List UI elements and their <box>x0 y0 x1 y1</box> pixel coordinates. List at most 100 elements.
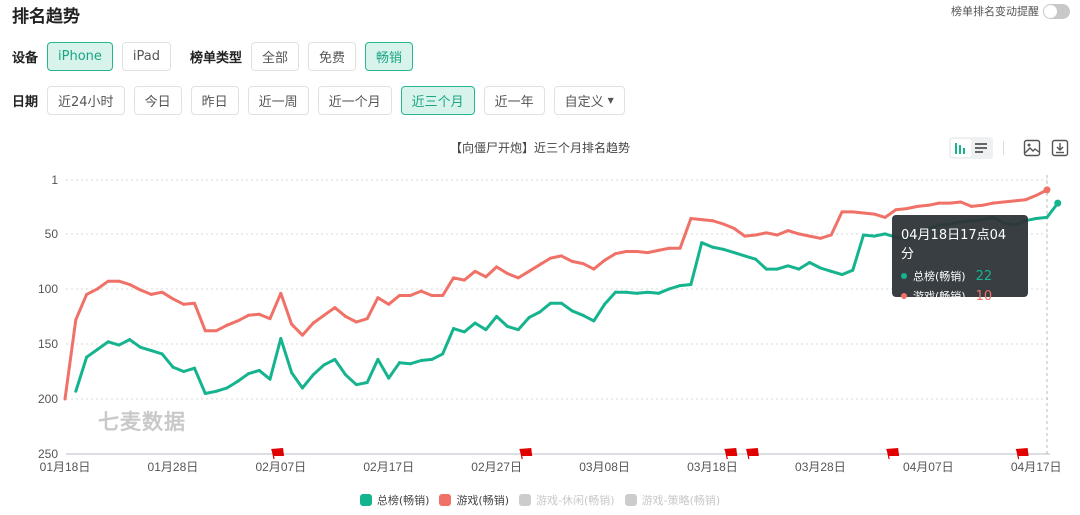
data-point <box>505 324 509 328</box>
data-point <box>1002 200 1006 204</box>
data-point <box>398 294 402 298</box>
data-point <box>192 301 196 305</box>
event-flag-icon[interactable] <box>519 448 533 460</box>
data-point <box>290 371 294 375</box>
data-point <box>203 329 207 333</box>
tooltip-dot <box>901 273 907 279</box>
data-point <box>333 306 337 310</box>
data-point <box>624 290 628 294</box>
tooltip-dot <box>901 293 907 299</box>
data-point <box>872 234 876 238</box>
data-point <box>484 275 488 279</box>
data-point <box>603 302 607 306</box>
x-tick-label: 03月28日 <box>795 460 846 474</box>
data-point <box>268 377 272 381</box>
data-point <box>862 211 866 215</box>
data-point <box>322 363 326 367</box>
data-point <box>74 318 78 322</box>
x-tick-label: 02月17日 <box>363 460 414 474</box>
data-point <box>387 376 391 380</box>
data-point <box>646 290 650 294</box>
data-point <box>581 313 585 317</box>
legend-swatch <box>624 494 637 506</box>
x-tick-label: 03月08日 <box>579 460 630 474</box>
data-point <box>376 357 380 361</box>
data-point <box>246 372 250 376</box>
event-flag-icon[interactable] <box>724 448 738 460</box>
data-point <box>311 321 315 325</box>
data-point <box>570 309 574 313</box>
data-point <box>603 258 607 262</box>
data-point <box>473 321 477 325</box>
data-point <box>495 314 499 318</box>
data-point <box>85 292 89 296</box>
event-flag-icon[interactable] <box>745 448 759 460</box>
data-point <box>818 236 822 240</box>
data-point <box>851 210 855 214</box>
data-point <box>689 283 693 287</box>
data-point <box>192 366 196 370</box>
data-point <box>980 203 984 207</box>
data-point <box>387 302 391 306</box>
data-point <box>851 268 855 272</box>
x-tick-label: 02月07日 <box>255 460 306 474</box>
data-point <box>635 250 639 254</box>
data-point <box>538 310 542 314</box>
data-point <box>829 233 833 237</box>
event-flag-icon[interactable] <box>1015 448 1029 460</box>
legend-swatch <box>359 494 372 506</box>
data-point <box>462 278 466 282</box>
y-tick-label: 50 <box>45 227 59 241</box>
event-flag-icon[interactable] <box>886 448 900 460</box>
data-point <box>797 232 801 236</box>
data-point <box>451 276 455 280</box>
hover-point <box>1043 186 1051 194</box>
data-point <box>786 229 790 233</box>
data-point <box>786 264 790 268</box>
y-tick-label: 200 <box>38 392 58 406</box>
data-point <box>538 263 542 267</box>
legend-item-casual[interactable]: 游戏-休闲(畅销) <box>519 492 615 508</box>
data-point <box>872 212 876 216</box>
data-point <box>894 208 898 212</box>
data-point <box>883 215 887 219</box>
data-point <box>214 329 218 333</box>
data-point <box>516 276 520 280</box>
data-point <box>63 397 67 401</box>
data-point <box>646 251 650 255</box>
data-point <box>948 201 952 205</box>
x-tick-label: 04月17日 <box>1011 460 1062 474</box>
legend-item-games[interactable]: 游戏(畅销) <box>439 492 509 508</box>
legend-item-strategy[interactable]: 游戏-策略(畅销) <box>624 492 720 508</box>
data-point <box>322 313 326 317</box>
y-tick-label: 1 <box>51 173 58 187</box>
data-point <box>344 373 348 377</box>
x-tick-label: 01月18日 <box>40 460 91 474</box>
data-point <box>991 201 995 205</box>
data-point <box>268 317 272 321</box>
y-tick-label: 100 <box>38 282 58 296</box>
data-point <box>182 302 186 306</box>
data-point <box>279 336 283 340</box>
data-point <box>581 262 585 266</box>
data-point <box>1045 215 1049 219</box>
data-point <box>678 284 682 288</box>
event-flag-icon[interactable] <box>271 448 285 460</box>
data-point <box>344 314 348 318</box>
legend-swatch <box>439 494 452 506</box>
data-point <box>160 352 164 356</box>
data-point <box>74 389 78 393</box>
y-tick-label: 150 <box>38 337 58 351</box>
x-tick-label: 04月07日 <box>903 460 954 474</box>
data-point <box>1023 198 1027 202</box>
data-point <box>300 386 304 390</box>
data-point <box>570 259 574 263</box>
data-point <box>171 297 175 301</box>
data-point <box>398 361 402 365</box>
data-point <box>128 283 132 287</box>
data-point <box>128 338 132 342</box>
data-point <box>613 290 617 294</box>
tooltip-value: 22 <box>975 268 993 284</box>
hover-point <box>1054 199 1062 207</box>
legend-item-overall[interactable]: 总榜(畅销) <box>359 492 429 508</box>
